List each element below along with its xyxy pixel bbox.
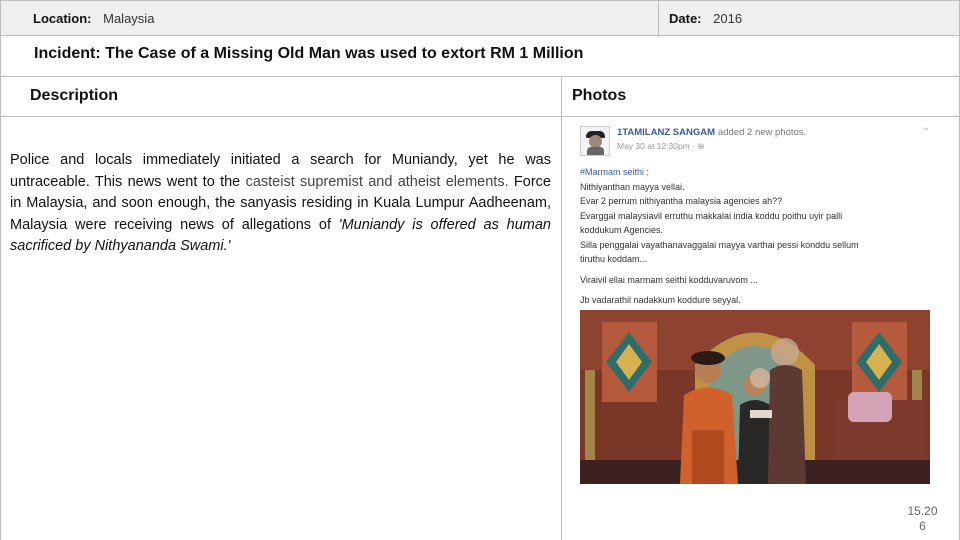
chevron-down-icon: ⌄ <box>922 122 931 133</box>
stage-photo-illustration <box>580 310 930 484</box>
header-row: Location: Malaysia Date: 2016 <box>0 0 960 37</box>
post-line: Jb vadarathil nadakkum koddure seyyal. <box>580 295 741 305</box>
post-action: added 2 new photos. <box>717 127 807 138</box>
date-cell: Date: 2016 <box>658 1 960 37</box>
post-line: Viraivil ellai marmam seithi kodduvaruvo… <box>580 274 758 285</box>
date-field: Date: 2016 <box>669 11 742 26</box>
location-value: Malaysia <box>103 11 155 26</box>
location-label: Location: <box>33 11 92 26</box>
post-text: #Marmam seithi ; Nithiyanthan mayya vell… <box>580 165 940 308</box>
location-field: Location: Malaysia <box>33 11 154 26</box>
column-header-row: Description Photos <box>0 77 960 117</box>
post-author-name: 1TAMILANZ SANGAM <box>617 127 715 138</box>
page-number-line-2: 6 <box>919 519 926 533</box>
table-border-left <box>0 117 1 540</box>
photos-heading: Photos <box>572 87 627 104</box>
facebook-post-screenshot: 1TAMILANZ SANGAM added 2 new photos. May … <box>562 118 959 494</box>
post-line: tiruthu koddam... <box>580 254 648 264</box>
author-avatar <box>580 126 610 156</box>
description-text: Police and locals immediately initiated … <box>10 150 551 258</box>
incident-title: Incident: The Case of a Missing Old Man … <box>34 45 584 62</box>
post-timestamp: May 30 at 12:30pm · ⊕ <box>617 141 705 151</box>
post-line: #Marmam seithi ; <box>580 167 650 177</box>
post-line: Silla penggalai vayathanavaggalai mayya … <box>580 239 859 250</box>
post-line: Evarggal malaysiavil erruthu makkalai in… <box>580 210 843 221</box>
post-line: koddukum Agencies. <box>580 225 664 235</box>
post-line: Evar 2 perrum nithiyantha malaysia agenc… <box>580 196 783 206</box>
description-heading: Description <box>30 87 119 104</box>
post-photo <box>580 310 930 484</box>
date-value: 2016 <box>713 11 743 26</box>
date-label: Date: <box>669 11 702 26</box>
page-number-line-1: 15.20 <box>907 504 938 518</box>
incident-row: Incident: The Case of a Missing Old Man … <box>0 36 960 77</box>
description-part-2: casteist supremist and atheist elements. <box>245 173 509 190</box>
post-author: 1TAMILANZ SANGAM added 2 new photos. <box>617 127 806 138</box>
page-number: 15.20 6 <box>900 504 945 534</box>
post-line: Nithiyanthan mayya vellai. <box>580 181 685 192</box>
